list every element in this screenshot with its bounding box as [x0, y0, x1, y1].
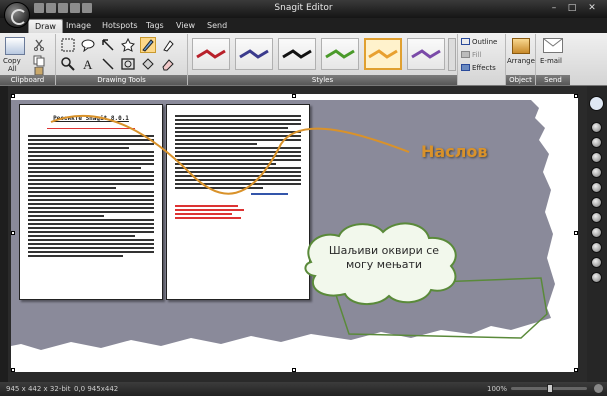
callout-curve[interactable]: [50, 114, 410, 195]
drawing-tools-group-label: Drawing Tools: [56, 75, 187, 85]
quick-style-button[interactable]: [591, 257, 602, 268]
cloud-text-line-2: могу мењати: [345, 258, 423, 271]
outline-icon: [461, 38, 470, 45]
selection-tool-icon[interactable]: [60, 37, 76, 53]
resize-handle[interactable]: [11, 368, 15, 372]
image-size-readout: 945 x 442 x 32-bit: [6, 385, 71, 393]
email-icon[interactable]: [543, 38, 563, 53]
effects-button[interactable]: Effects: [472, 64, 496, 72]
title-bar: Snagit Editor – □ ✕: [0, 0, 607, 28]
styles-scroll-button[interactable]: [448, 38, 456, 71]
style-thumb-orange[interactable]: [364, 38, 402, 70]
copy-all-icon: [5, 37, 25, 55]
tab-view[interactable]: View: [170, 19, 201, 33]
copy-label[interactable]: Copy: [3, 57, 21, 65]
text-tool-icon[interactable]: A: [80, 56, 96, 72]
cursor-coords-readout: 0,0 945x442: [74, 385, 119, 393]
clipboard-group: Copy All Clipboard: [0, 34, 56, 85]
outline-button[interactable]: Outline: [472, 38, 497, 46]
callout-tool-icon[interactable]: [80, 37, 96, 53]
effects-group: Outline Fill Effects: [458, 34, 506, 85]
left-strip: [0, 86, 8, 382]
tab-image[interactable]: Image: [60, 19, 97, 33]
quick-style-button[interactable]: [591, 212, 602, 223]
arrange-button[interactable]: Arrange: [507, 57, 535, 65]
quick-style-button[interactable]: [591, 167, 602, 178]
quick-style-button[interactable]: [591, 197, 602, 208]
clipboard-group-label: Clipboard: [0, 75, 55, 85]
resize-handle[interactable]: [292, 94, 296, 98]
maximize-button[interactable]: □: [564, 2, 580, 15]
app-menu-orb-button[interactable]: [4, 2, 30, 28]
callout-title-text[interactable]: Наслов: [421, 142, 488, 161]
zoom-level: 100%: [487, 385, 508, 393]
right-quick-bar: [587, 86, 607, 382]
drawing-tools-group: A Drawing Tools: [56, 34, 188, 85]
resize-handle[interactable]: [292, 368, 296, 372]
arrange-icon[interactable]: [512, 38, 530, 54]
ribbon-tabs: Draw Image Hotspots Tags View Send: [0, 18, 607, 33]
tab-tags[interactable]: Tags: [140, 19, 170, 33]
zoom-slider-thumb[interactable]: [547, 384, 553, 393]
annotation-layer: [50, 114, 548, 339]
resize-handle[interactable]: [11, 94, 15, 98]
object-group-label: Object: [506, 75, 535, 85]
quick-style-button[interactable]: [591, 122, 602, 133]
send-group-label: Send: [536, 75, 570, 85]
paste-icon[interactable]: [31, 67, 47, 75]
object-group: Arrange Object: [506, 34, 536, 85]
svg-text:A: A: [83, 57, 93, 71]
styles-group: Styles: [188, 34, 458, 85]
style-thumb-black[interactable]: [278, 38, 316, 70]
style-thumb-navy[interactable]: [235, 38, 273, 70]
quick-style-button[interactable]: [591, 242, 602, 253]
fill-icon: [461, 51, 470, 58]
style-thumb-red[interactable]: [192, 38, 230, 70]
resize-handle[interactable]: [574, 94, 578, 98]
email-button[interactable]: E-mail: [540, 57, 562, 65]
quick-style-button[interactable]: [591, 137, 602, 148]
fill-tool-icon[interactable]: [140, 56, 156, 72]
quick-style-button[interactable]: [591, 152, 602, 163]
close-button[interactable]: ✕: [584, 2, 600, 15]
highlight-tool-icon[interactable]: [160, 37, 176, 53]
cut-icon[interactable]: [31, 37, 47, 53]
effects-icon: [461, 64, 470, 71]
zoom-icon[interactable]: [589, 96, 604, 111]
tab-send[interactable]: Send: [201, 19, 233, 33]
window-title: Snagit Editor: [274, 3, 333, 13]
zoom-tool-icon[interactable]: [60, 56, 76, 72]
tab-hotspots[interactable]: Hotspots: [96, 19, 144, 33]
quick-style-button[interactable]: [591, 182, 602, 193]
cloud-text[interactable]: Шаљиви оквири се могу мењати: [319, 244, 449, 272]
tab-draw[interactable]: Draw: [28, 19, 63, 33]
shape-tool-icon[interactable]: [120, 56, 136, 72]
quick-style-button[interactable]: [591, 272, 602, 283]
styles-group-label: Styles: [188, 75, 457, 85]
resize-handle[interactable]: [574, 231, 578, 235]
ribbon: Copy All Clipboard A Drawing Tools Style…: [0, 33, 607, 86]
resize-handle[interactable]: [11, 231, 15, 235]
status-bar: 945 x 442 x 32-bit 0,0 945x442 100%: [0, 382, 607, 396]
captured-image[interactable]: Ресенкте Snagit 8.0.1 Наслов Шаљиви окви…: [11, 94, 578, 372]
style-thumb-purple[interactable]: [407, 38, 445, 70]
stamp-tool-icon[interactable]: [120, 37, 136, 53]
zoom-in-icon[interactable]: [594, 384, 603, 393]
pen-tool-icon[interactable]: [140, 37, 156, 53]
minimize-button[interactable]: –: [546, 2, 562, 15]
quick-style-button[interactable]: [591, 227, 602, 238]
send-group: E-mail Send: [536, 34, 570, 85]
resize-handle[interactable]: [574, 368, 578, 372]
fill-button[interactable]: Fill: [472, 51, 481, 59]
line-tool-icon[interactable]: [100, 56, 116, 72]
arrow-tool-icon[interactable]: [100, 37, 116, 53]
cloud-text-line-1: Шаљиви оквири се: [328, 244, 440, 257]
style-thumb-green[interactable]: [321, 38, 359, 70]
editor-canvas[interactable]: Ресенкте Snagit 8.0.1 Наслов Шаљиви окви…: [0, 86, 607, 382]
zoom-slider-track[interactable]: [511, 384, 587, 393]
eraser-tool-icon[interactable]: [160, 56, 176, 72]
copy-all-label[interactable]: All: [8, 65, 17, 73]
